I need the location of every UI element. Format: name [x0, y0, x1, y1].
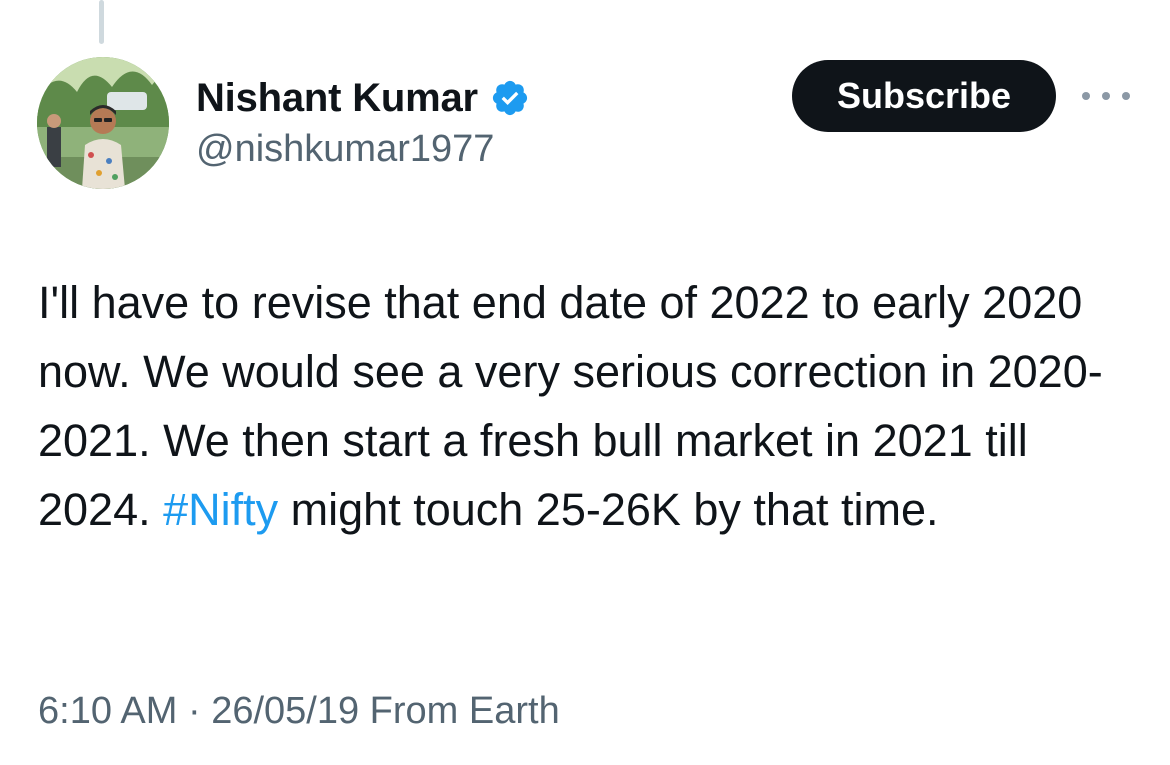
author-handle[interactable]: @nishkumar1977 — [196, 128, 494, 171]
tweet-date[interactable]: 26/05/19 — [211, 690, 359, 732]
tweet-text-part: might touch 25-26K by that time. — [278, 484, 939, 535]
tweet-time[interactable]: 6:10 AM — [38, 690, 177, 732]
meta-separator: · — [177, 690, 212, 732]
subscribe-button[interactable]: Subscribe — [792, 60, 1056, 132]
verified-badge-icon[interactable] — [490, 78, 530, 118]
tweet-meta: 6:10 AM · 26/05/19 From Earth — [38, 690, 560, 733]
tweet-text: I'll have to revise that end date of 202… — [38, 268, 1148, 544]
hashtag-link[interactable]: #Nifty — [163, 484, 278, 535]
thread-connector-line — [99, 0, 104, 44]
more-dot — [1082, 92, 1090, 100]
more-options-icon[interactable] — [1082, 84, 1130, 108]
author-display-name[interactable]: Nishant Kumar — [196, 76, 478, 121]
author-name-row: Nishant Kumar — [196, 74, 530, 122]
more-dot — [1122, 92, 1130, 100]
avatar-photo — [37, 57, 169, 189]
more-dot — [1102, 92, 1110, 100]
tweet-source: From Earth — [359, 690, 560, 732]
avatar[interactable] — [37, 57, 169, 189]
